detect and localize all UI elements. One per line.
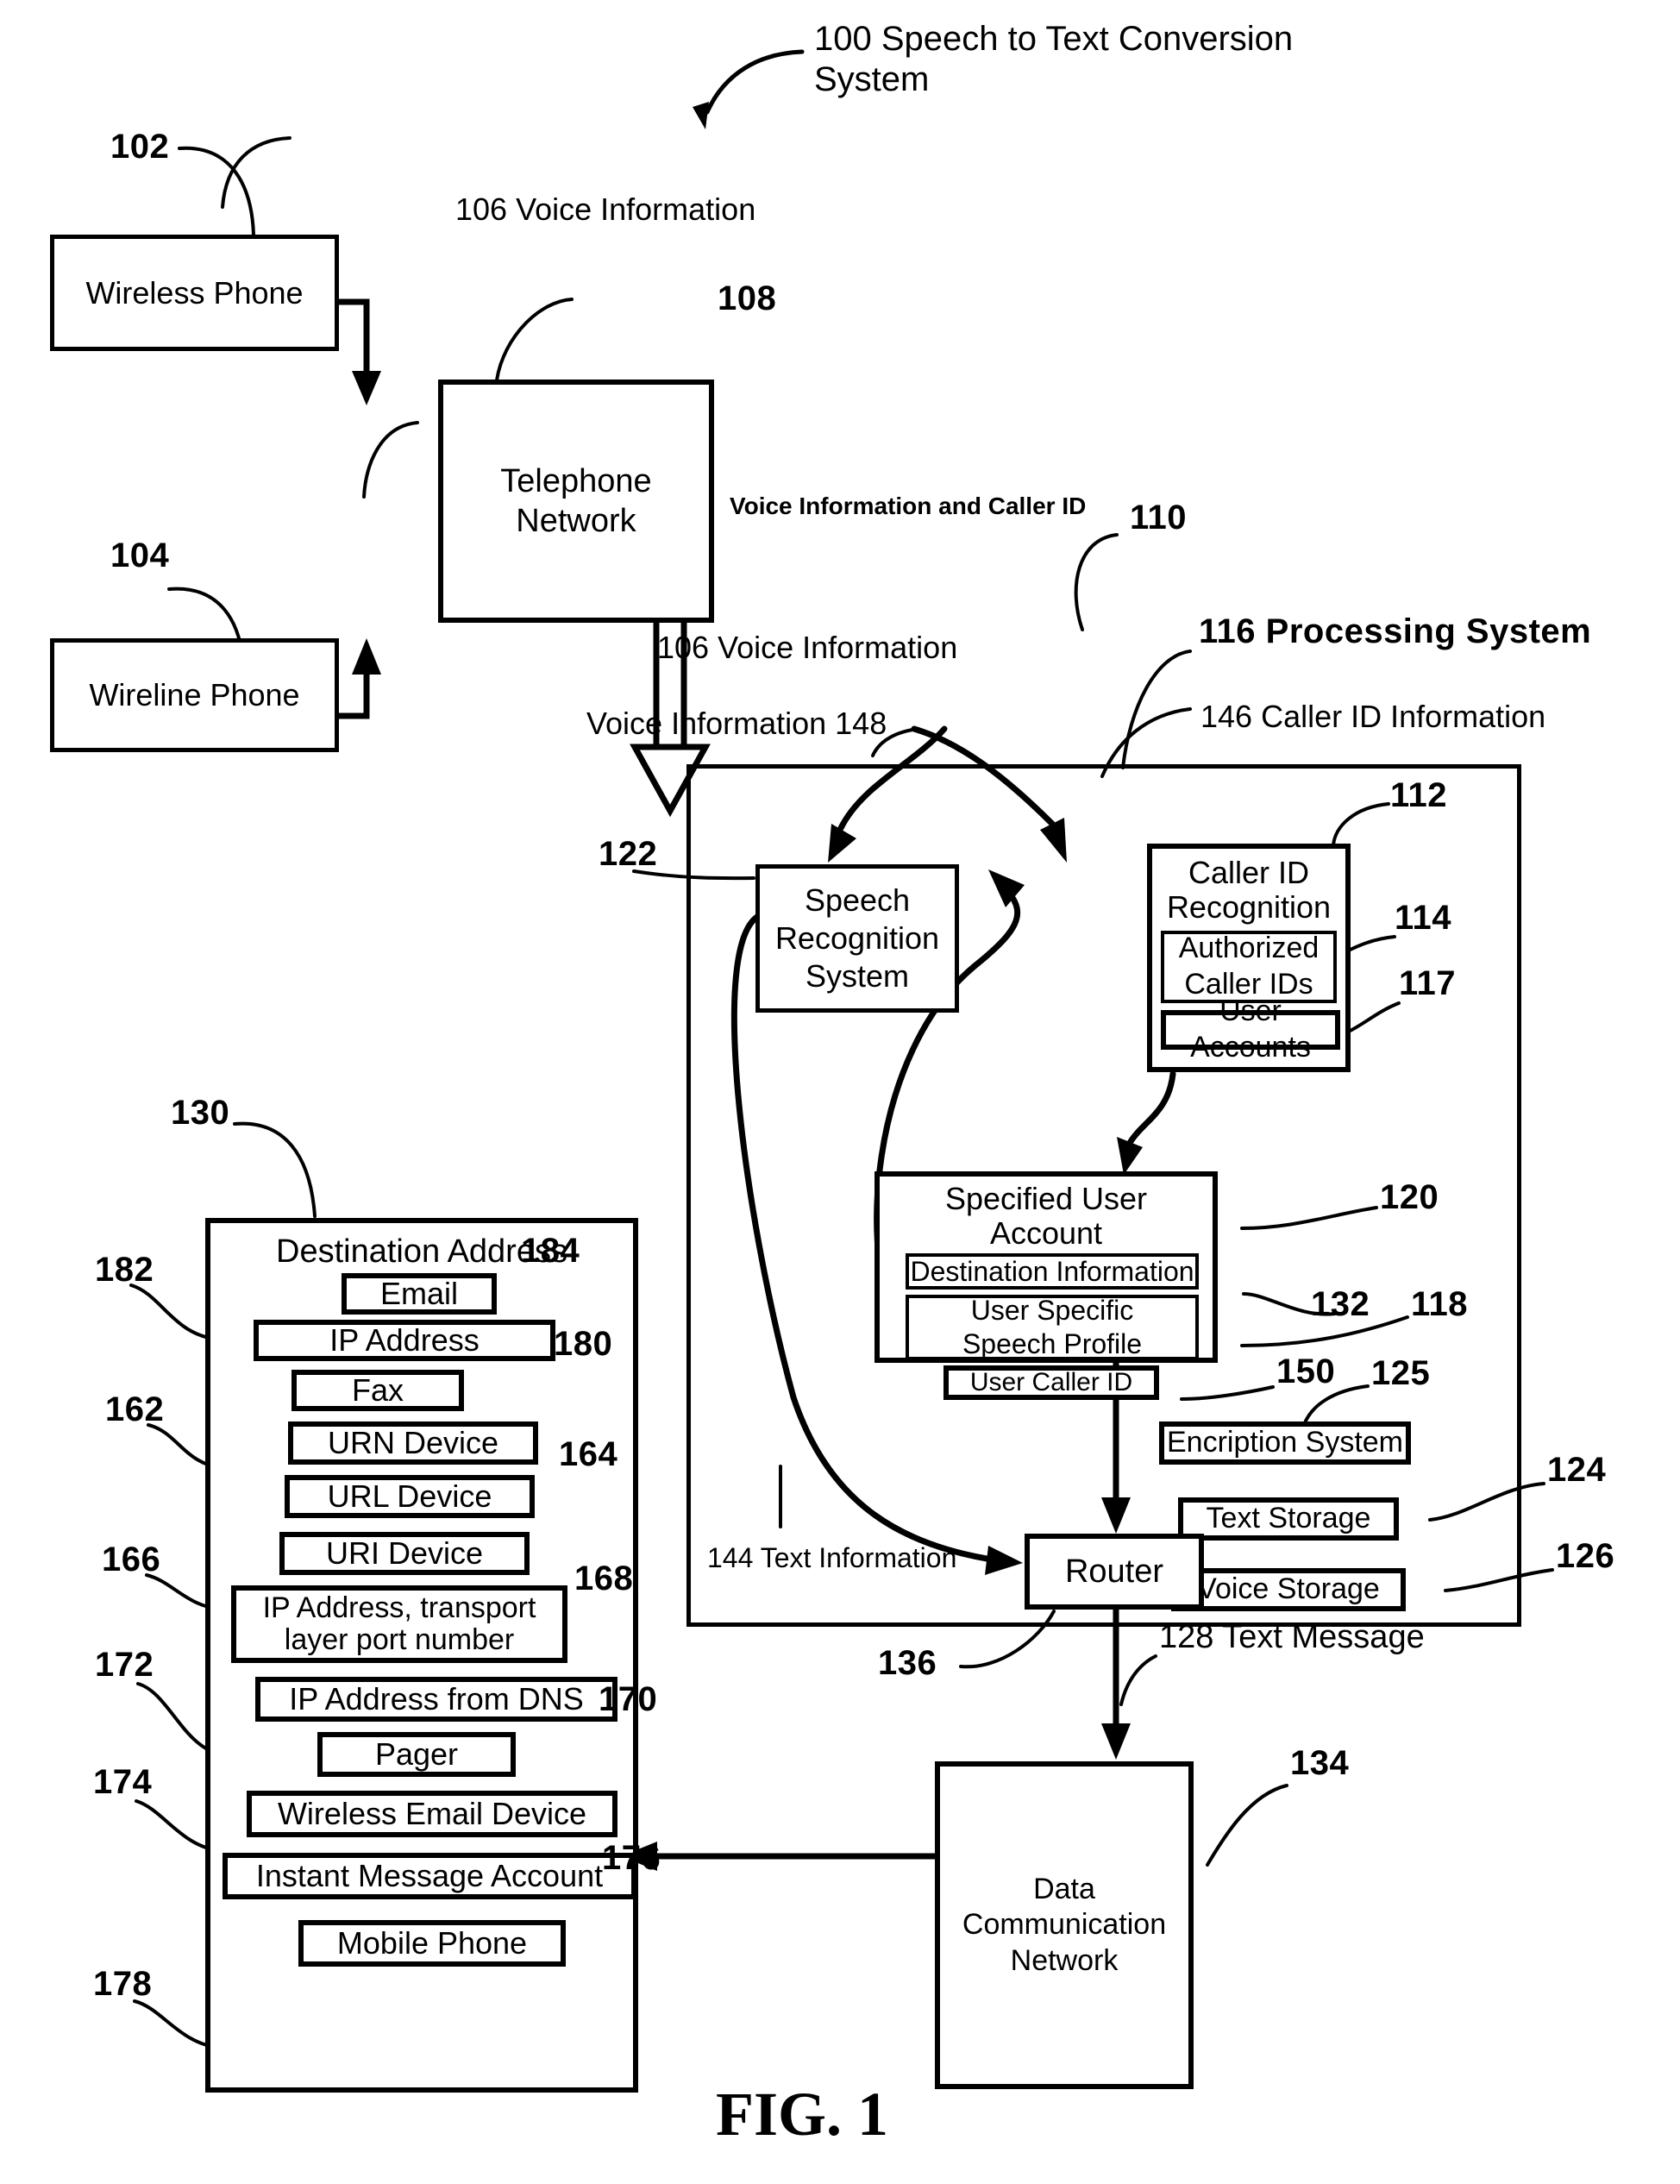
ref-110: 110 — [1130, 499, 1188, 537]
ref-184: 184 — [521, 1232, 580, 1270]
ref-150: 150 — [1276, 1352, 1336, 1390]
ref-134: 134 — [1290, 1744, 1350, 1782]
ref-132: 132 — [1311, 1285, 1370, 1323]
flow-label-caller-id-information-146: 146 Caller ID Information — [1200, 699, 1546, 734]
flow-label-voice-information-wireless: 106 Voice Information — [455, 191, 756, 227]
speech-recognition-system-box[interactable]: Speech Recognition System — [755, 864, 959, 1013]
specified-user-account-label: Specified User Account — [944, 1181, 1148, 1251]
destination-item-email[interactable]: Email — [342, 1273, 497, 1315]
ref-136: 136 — [878, 1644, 937, 1682]
ref-126: 126 — [1556, 1537, 1615, 1575]
destination-information-label: Destination Information — [910, 1255, 1194, 1287]
destination-item-label: Pager — [374, 1736, 459, 1773]
figure-title: 100 Speech to Text Conversion System — [814, 20, 1294, 99]
user-accounts-box[interactable]: User Accounts — [1161, 995, 1340, 1064]
ref-112: 112 — [1390, 776, 1448, 814]
specified-user-account-box[interactable]: Specified User Account Destination Infor… — [874, 1171, 1218, 1401]
ref-125: 125 — [1371, 1354, 1431, 1392]
router-box[interactable]: Router — [1025, 1534, 1204, 1610]
destination-item-uri-device[interactable]: URI Device — [279, 1532, 530, 1575]
destination-item-instant-message-account[interactable]: Instant Message Account — [223, 1853, 636, 1899]
ref-124: 124 — [1547, 1451, 1607, 1489]
destination-item-urn-device[interactable]: URN Device — [288, 1421, 538, 1465]
wireless-phone-label: Wireless Phone — [85, 274, 304, 311]
wireline-phone-label: Wireline Phone — [89, 677, 300, 713]
ref-180: 180 — [554, 1325, 613, 1363]
voice-storage-box[interactable]: Voice Storage — [1171, 1568, 1406, 1611]
encription-system-box[interactable]: Encription System — [1159, 1421, 1411, 1465]
destination-item-url-device[interactable]: URL Device — [285, 1475, 535, 1518]
text-storage-box[interactable]: Text Storage — [1178, 1497, 1399, 1541]
ref-164: 164 — [559, 1435, 618, 1473]
ref-172: 172 — [95, 1646, 154, 1684]
ref-182: 182 — [95, 1251, 154, 1289]
ref-120: 120 — [1380, 1178, 1439, 1216]
ref-166: 166 — [102, 1541, 161, 1578]
caller-id-recognition-label: Caller ID Recognition — [1166, 855, 1332, 926]
destination-item-label: Email — [379, 1276, 459, 1312]
telephone-network-box[interactable]: Telephone Network — [438, 380, 714, 623]
flow-label-text-message-128: 128 Text Message — [1159, 1619, 1425, 1655]
destination-item-label: Fax — [351, 1372, 404, 1409]
voice-storage-label: Voice Storage — [1197, 1572, 1380, 1606]
figure-caption: FIG. 1 — [716, 2080, 889, 2149]
ref-130: 130 — [171, 1094, 230, 1132]
wireless-phone-box[interactable]: Wireless Phone — [50, 235, 339, 351]
flow-label-voice-information-148: Voice Information 148 — [586, 706, 887, 741]
destination-item-label: IP Address from DNS — [289, 1681, 584, 1717]
destination-item-label: Mobile Phone — [336, 1925, 528, 1961]
ref-178: 178 — [93, 1965, 153, 2003]
destination-item-label: Instant Message Account — [255, 1858, 604, 1894]
destination-item-mobile-phone[interactable]: Mobile Phone — [298, 1920, 566, 1967]
ref-102: 102 — [110, 128, 170, 166]
destination-item-label: Wireless Email Device — [277, 1796, 587, 1832]
data-communication-network-label: Data Communication Network — [962, 1872, 1167, 1977]
destination-item-wireless-email-device[interactable]: Wireless Email Device — [247, 1791, 617, 1837]
user-accounts-label: User Accounts — [1190, 995, 1311, 1064]
destination-item-label: URL Device — [327, 1478, 492, 1515]
authorized-caller-ids-box[interactable]: Authorized Caller IDs — [1161, 930, 1337, 1003]
router-label: Router — [1064, 1553, 1164, 1590]
ref-114: 114 — [1395, 899, 1452, 937]
user-specific-speech-profile-box[interactable]: User Specific Speech Profile — [906, 1295, 1199, 1361]
ref-176: 176 — [602, 1839, 661, 1877]
ref-174: 174 — [93, 1763, 153, 1801]
ref-108: 108 — [718, 279, 777, 317]
destination-information-box[interactable]: Destination Information — [906, 1253, 1199, 1290]
destination-item-ip-address-transport-port[interactable]: IP Address, transport layer port number — [231, 1585, 567, 1663]
destination-item-fax[interactable]: Fax — [291, 1370, 464, 1411]
user-caller-id-box[interactable]: User Caller ID — [943, 1365, 1159, 1401]
flow-label-voice-information-and-caller-id: Voice Information and Caller ID — [730, 493, 1087, 519]
destination-item-label: URN Device — [327, 1425, 499, 1461]
user-specific-speech-profile-label: User Specific Speech Profile — [962, 1295, 1143, 1360]
destination-item-pager[interactable]: Pager — [317, 1732, 516, 1777]
ref-162: 162 — [105, 1390, 165, 1428]
data-communication-network-box[interactable]: Data Communication Network — [935, 1761, 1194, 2089]
ref-170: 170 — [599, 1680, 658, 1718]
user-caller-id-label: User Caller ID — [969, 1367, 1133, 1396]
telephone-network-label: Telephone Network — [500, 462, 652, 539]
ref-116-processing-system: 116 Processing System — [1199, 612, 1592, 650]
ref-117: 117 — [1399, 964, 1457, 1002]
flow-label-text-information-144: 144 Text Information — [707, 1542, 957, 1573]
ref-122: 122 — [599, 835, 658, 873]
destination-item-ip-address-from-dns[interactable]: IP Address from DNS — [255, 1677, 617, 1722]
authorized-caller-ids-label: Authorized Caller IDs — [1178, 932, 1320, 1001]
ref-104: 104 — [110, 537, 170, 574]
encription-system-label: Encription System — [1167, 1426, 1403, 1459]
destination-item-label: IP Address, transport layer port number — [262, 1591, 536, 1656]
text-storage-label: Text Storage — [1206, 1502, 1371, 1535]
destination-item-label: URI Device — [325, 1535, 484, 1572]
ref-118: 118 — [1411, 1285, 1469, 1323]
destination-item-ip-address[interactable]: IP Address — [254, 1320, 555, 1361]
ref-168: 168 — [574, 1560, 634, 1597]
speech-recognition-system-label: Speech Recognition System — [774, 882, 940, 994]
destination-item-label: IP Address — [329, 1322, 480, 1359]
patent-figure-1: 100 Speech to Text Conversion System 102… — [0, 0, 1680, 2184]
flow-label-voice-information-wireline: 106 Voice Information — [657, 630, 958, 665]
wireline-phone-box[interactable]: Wireline Phone — [50, 638, 339, 752]
caller-id-recognition-box[interactable]: Caller ID Recognition Authorized Caller … — [1147, 844, 1351, 1072]
